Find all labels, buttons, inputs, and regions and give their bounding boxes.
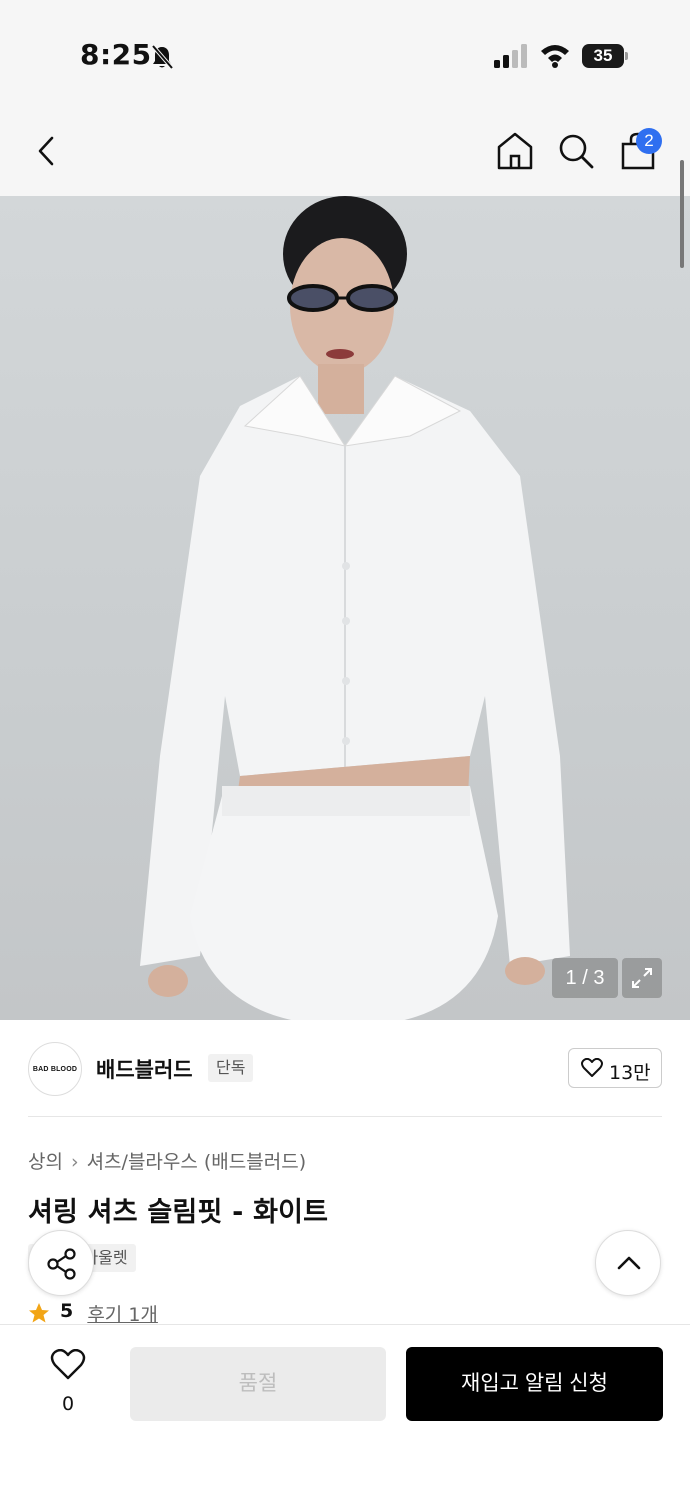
wishlist-count: 0 <box>61 1393 75 1415</box>
share-icon <box>47 1248 76 1280</box>
rating-value: 5 <box>60 1300 74 1322</box>
brand-row: BAD BLOOD 배드블러드 단독 13만 <box>28 1040 662 1100</box>
expand-icon[interactable] <box>622 958 662 998</box>
product-title: 셔링 셔츠 슬림핏 - 화이트 <box>28 1197 329 1228</box>
product-image[interactable] <box>0 196 690 1020</box>
brand-like-count: 13만 <box>609 1062 651 1084</box>
brand-logo[interactable]: BAD BLOOD <box>28 1042 82 1096</box>
search-icon[interactable] <box>556 130 596 172</box>
scroll-top-button[interactable] <box>595 1230 661 1296</box>
bottom-action-bar: 0 품절 재입고 알림 신청 <box>0 1324 690 1500</box>
battery-tip <box>625 52 628 60</box>
review-link[interactable]: 후기 1개 <box>87 1300 158 1326</box>
share-button[interactable] <box>28 1230 94 1296</box>
cart-count-badge: 2 <box>636 128 662 154</box>
rating-row: 5 후기 1개 <box>28 1300 158 1326</box>
heart-icon <box>50 1349 86 1380</box>
wishlist-button[interactable]: 0 <box>44 1349 92 1419</box>
divider <box>28 1116 662 1117</box>
heart-icon <box>581 1058 603 1077</box>
image-page-counter: 1 / 3 <box>552 958 618 998</box>
wifi-icon <box>541 45 569 68</box>
top-nav-bar: 2 <box>0 110 690 196</box>
battery-level: 35 <box>582 44 624 68</box>
status-time: 8:25 <box>80 38 152 71</box>
breadcrumb-subcategory[interactable]: 셔츠/블라우스 (배드블러드) <box>87 1147 307 1174</box>
restock-alert-button[interactable]: 재입고 알림 신청 <box>406 1347 663 1421</box>
chevron-right-icon: › <box>70 1151 79 1173</box>
cellular-signal-icon <box>494 44 527 68</box>
bell-slash-icon <box>151 44 174 70</box>
star-icon <box>29 1303 49 1323</box>
breadcrumb: 상의 › 셔츠/블라우스 (배드블러드) <box>28 1147 306 1174</box>
brand-like-button[interactable]: 13만 <box>568 1048 662 1088</box>
battery-indicator: 35 <box>582 44 628 68</box>
brand-name[interactable]: 배드블러드 <box>96 1054 193 1084</box>
status-bar: 8:25 35 <box>0 0 690 110</box>
model-photo <box>140 196 570 1020</box>
scroll-indicator <box>680 160 684 268</box>
brand-exclusive-tag: 단독 <box>208 1054 254 1082</box>
sold-out-button: 품절 <box>130 1347 386 1421</box>
breadcrumb-category[interactable]: 상의 <box>28 1147 63 1174</box>
home-icon[interactable] <box>495 130 535 172</box>
back-arrow-icon[interactable] <box>30 130 66 172</box>
chevron-up-icon <box>617 1256 641 1270</box>
